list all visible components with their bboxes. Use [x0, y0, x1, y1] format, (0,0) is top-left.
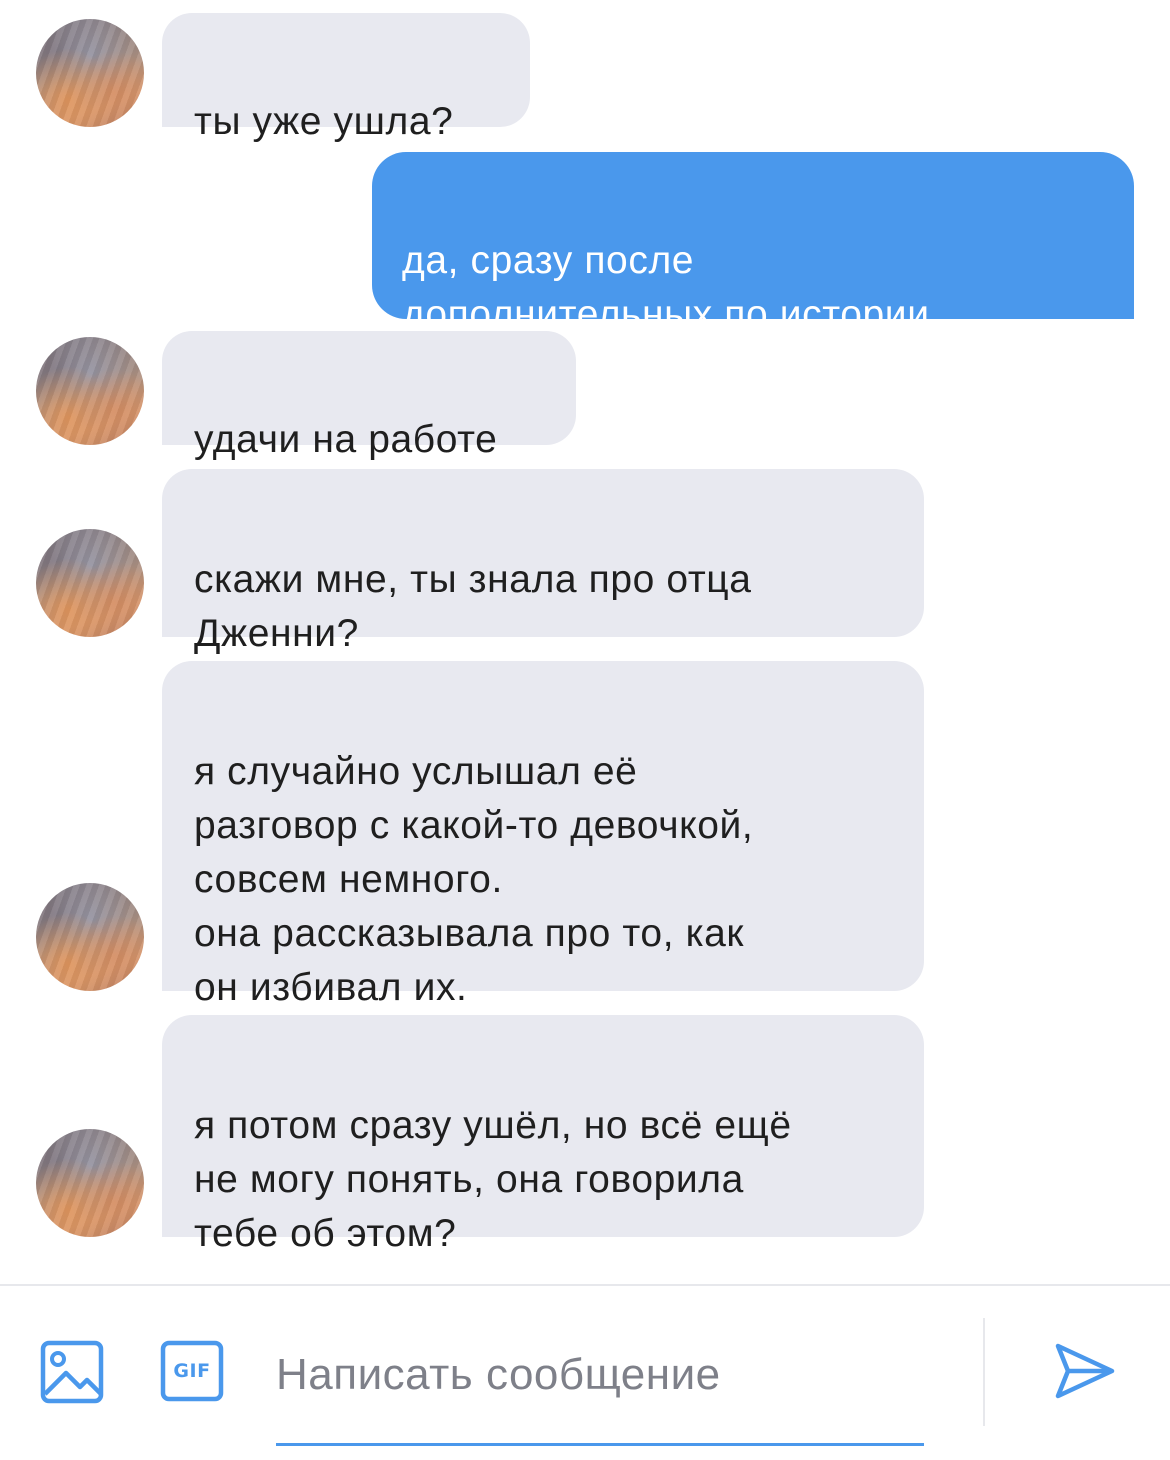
contact-avatar[interactable] — [36, 337, 144, 445]
message-bubble-incoming[interactable]: я потом сразу ушёл, но всё ещё не могу п… — [162, 1015, 924, 1255]
send-icon[interactable] — [1054, 1342, 1116, 1400]
gif-label: GIF — [173, 1360, 211, 1382]
message-input-wrapper — [276, 1330, 924, 1446]
image-icon[interactable] — [40, 1340, 104, 1404]
contact-avatar[interactable] — [36, 529, 144, 637]
message-bubble-incoming[interactable]: я случайно услышал её разговор с какой-т… — [162, 661, 924, 1009]
contact-avatar[interactable] — [36, 19, 144, 127]
message-bubble-incoming[interactable]: ты уже ушла? — [162, 13, 530, 143]
message-bubble-incoming[interactable]: скажи мне, ты знала про отца Дженни? — [162, 469, 924, 655]
message-text: удачи на работе — [194, 418, 498, 461]
contact-avatar[interactable] — [36, 1129, 144, 1237]
message-text: я случайно услышал её разговор с какой-т… — [194, 750, 754, 1009]
contact-avatar[interactable] — [36, 883, 144, 991]
message-text: я потом сразу ушёл, но всё ещё не могу п… — [194, 1104, 792, 1255]
message-bubble-outgoing[interactable]: да, сразу после дополнительных по истори… — [372, 152, 1134, 336]
message-input[interactable] — [276, 1330, 924, 1418]
message-bubble-incoming[interactable]: удачи на работе — [162, 331, 576, 461]
composer-divider — [983, 1318, 985, 1426]
message-text: скажи мне, ты знала про отца Дженни? — [194, 558, 752, 655]
message-text: ты уже ушла? — [194, 100, 454, 143]
gif-button[interactable]: GIF — [160, 1340, 224, 1402]
message-text: да, сразу после дополнительных по истори… — [402, 239, 930, 336]
